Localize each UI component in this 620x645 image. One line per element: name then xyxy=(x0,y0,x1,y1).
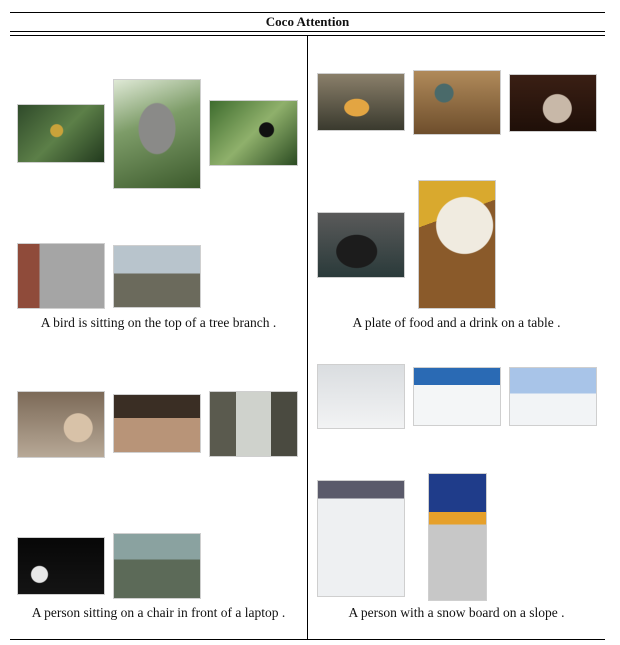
caption-bird: A bird is sitting on the top of a tree b… xyxy=(40,315,277,330)
food-photo-1 xyxy=(317,73,405,131)
food-photo-3 xyxy=(509,74,597,132)
laptop-photo-3 xyxy=(209,391,298,457)
snow-photo-5 xyxy=(428,473,487,601)
bird-photo-4 xyxy=(17,243,105,309)
laptop-photo-5 xyxy=(113,533,201,599)
food-photo-5 xyxy=(418,180,496,309)
caption-snow: A person with a snow board on a slope . xyxy=(348,605,565,620)
title-rule-upper xyxy=(10,31,605,32)
bottom-rule xyxy=(10,639,605,640)
bird-photo-5 xyxy=(113,245,201,308)
column-divider xyxy=(307,36,308,640)
snow-photo-1 xyxy=(317,364,405,429)
caption-food: A plate of food and a drink on a table . xyxy=(352,315,561,330)
food-photo-2 xyxy=(413,70,501,135)
table-title: Coco Attention xyxy=(265,14,350,29)
food-photo-4 xyxy=(317,212,405,278)
laptop-photo-4 xyxy=(17,537,105,595)
snow-photo-3 xyxy=(509,367,597,426)
caption-laptop: A person sitting on a chair in front of … xyxy=(31,605,286,620)
laptop-photo-2 xyxy=(113,394,201,453)
top-rule xyxy=(10,12,605,13)
bird-photo-1 xyxy=(17,104,105,163)
snow-photo-2 xyxy=(413,367,501,426)
laptop-photo-1 xyxy=(17,391,105,458)
bird-photo-2 xyxy=(113,79,201,189)
snow-photo-4 xyxy=(317,480,405,597)
bird-photo-3 xyxy=(209,100,298,166)
